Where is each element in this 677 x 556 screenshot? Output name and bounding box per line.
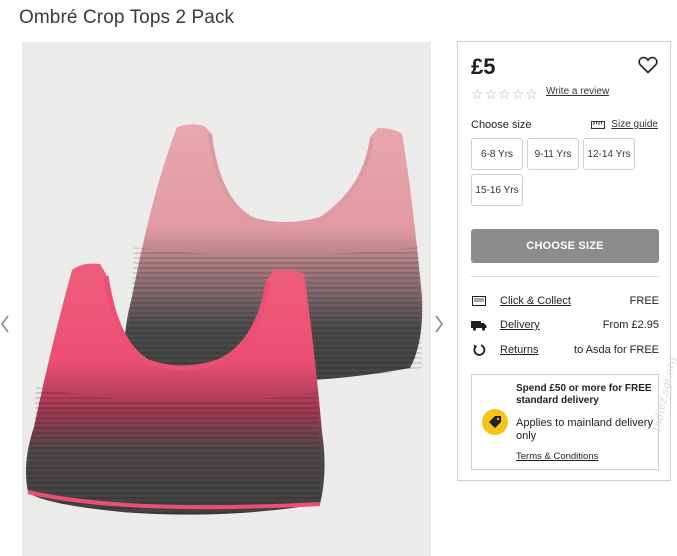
size-option[interactable]: 9-11 Yrs bbox=[527, 138, 579, 170]
star-icon: ☆ bbox=[471, 86, 484, 102]
ruler-icon bbox=[591, 120, 606, 129]
star-icon: ☆ bbox=[511, 86, 525, 102]
gallery-next-button[interactable] bbox=[434, 314, 444, 338]
size-guide-link[interactable]: Size guide bbox=[591, 119, 658, 130]
size-option[interactable]: 6-8 Yrs bbox=[471, 138, 523, 170]
rating-stars: ☆ ☆ ☆ ☆ ☆ bbox=[471, 87, 538, 101]
star-icon: ☆ bbox=[484, 86, 498, 102]
delivery-option-label[interactable]: Click & Collect bbox=[500, 295, 571, 307]
delivery-option-click-collect: Click & Collect FREE bbox=[471, 292, 659, 310]
promo-headline: Spend £50 or more for FREE standard deli… bbox=[516, 383, 652, 406]
promo-body: Applies to mainland delivery only bbox=[516, 417, 653, 442]
delivery-promo-box: Spend £50 or more for FREE standard deli… bbox=[471, 374, 659, 470]
choose-size-button[interactable]: CHOOSE SIZE bbox=[471, 229, 659, 263]
delivery-option-value: FREE bbox=[629, 295, 659, 307]
star-icon: ☆ bbox=[525, 86, 538, 102]
size-option[interactable]: 15-16 Yrs bbox=[471, 174, 523, 206]
heart-icon bbox=[638, 56, 658, 74]
write-review-link[interactable]: Write a review bbox=[546, 86, 609, 97]
size-option[interactable]: 12-14 Yrs bbox=[583, 138, 635, 170]
return-icon bbox=[471, 343, 487, 357]
gallery-prev-button[interactable] bbox=[0, 314, 10, 338]
delivery-option-label[interactable]: Returns bbox=[500, 344, 539, 356]
terms-link[interactable]: Terms & Conditions bbox=[516, 451, 598, 462]
price: £5 bbox=[471, 54, 496, 79]
delivery-option-value: to Asda for FREE bbox=[574, 344, 659, 356]
product-image[interactable] bbox=[22, 42, 431, 556]
product-photo bbox=[26, 124, 423, 515]
store-icon bbox=[471, 296, 487, 306]
page-title: Ombré Crop Tops 2 Pack bbox=[19, 7, 235, 28]
chevron-left-icon bbox=[1, 315, 9, 333]
tag-icon bbox=[482, 409, 508, 435]
choose-size-label: Choose size bbox=[471, 119, 532, 131]
delivery-option-delivery: Delivery From £2.95 bbox=[471, 316, 659, 334]
delivery-option-value: From £2.95 bbox=[602, 319, 659, 331]
purchase-panel: £5 ☆ ☆ ☆ ☆ ☆ Write a review Choose size … bbox=[457, 41, 671, 481]
divider bbox=[471, 276, 659, 277]
wishlist-button[interactable] bbox=[638, 56, 658, 79]
delivery-option-label[interactable]: Delivery bbox=[500, 319, 540, 331]
truck-icon bbox=[471, 320, 487, 331]
star-icon: ☆ bbox=[498, 86, 511, 102]
chevron-right-icon bbox=[435, 315, 443, 333]
delivery-option-returns: Returns to Asda for FREE bbox=[471, 341, 659, 359]
size-guide-label: Size guide bbox=[611, 119, 658, 130]
